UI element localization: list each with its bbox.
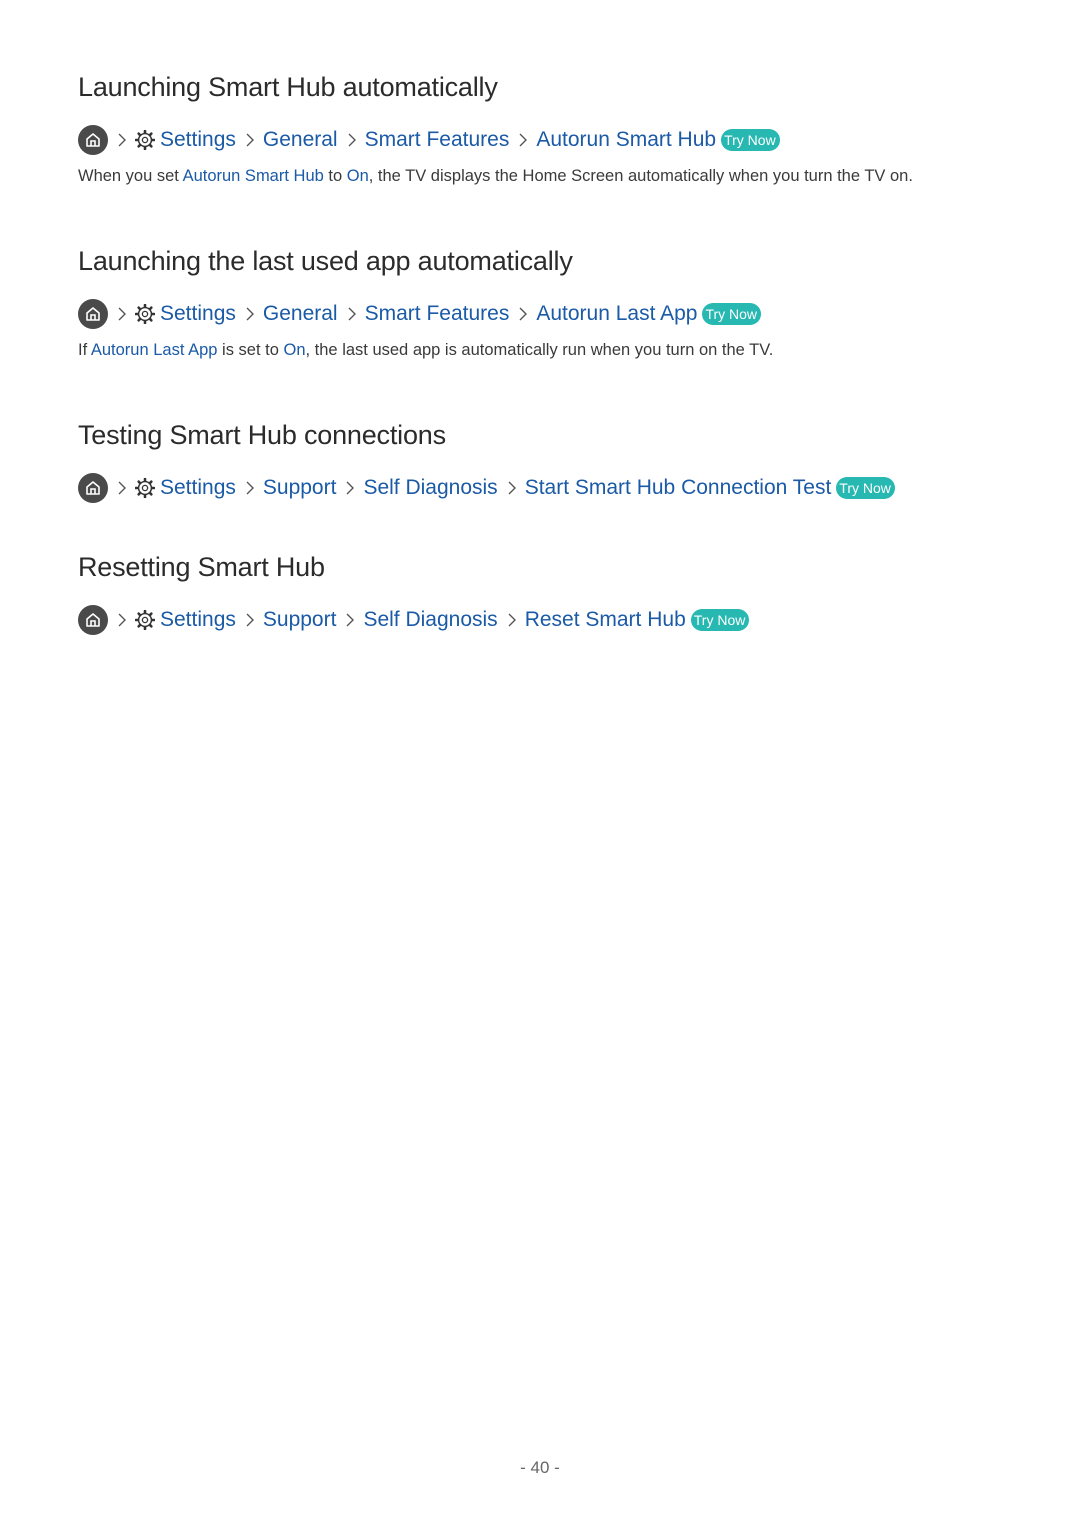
menu-path: Settings General Smart Features Autorun Las…: [78, 297, 773, 331]
gear-icon: [134, 129, 156, 151]
chevron-right-icon: [347, 307, 357, 321]
chevron-right-icon: [507, 481, 517, 495]
body-text-segment: , the TV displays the Home Screen automa…: [368, 167, 913, 185]
chevron-right-icon: [245, 307, 255, 321]
menu-term: Autorun Last App: [90, 341, 218, 359]
section-autorun-smart-hub: Launching Smart Hub automatically Settin…: [78, 72, 913, 186]
try-now-button[interactable]: Try Now: [690, 609, 750, 631]
menu-path-item-general[interactable]: General: [263, 302, 338, 326]
section-reset-smart-hub: Resetting Smart Hub Settings Support Self …: [78, 552, 750, 637]
menu-path-item-reset-smart-hub[interactable]: Reset Smart Hub: [525, 608, 686, 632]
try-now-button[interactable]: Try Now: [702, 303, 762, 325]
menu-path-item-support[interactable]: Support: [263, 608, 337, 632]
body-text-segment: is set to: [217, 341, 284, 359]
chevron-right-icon: [518, 307, 528, 321]
menu-path-item-self-diagnosis[interactable]: Self Diagnosis: [363, 608, 497, 632]
chevron-right-icon: [345, 481, 355, 495]
chevron-right-icon: [507, 613, 517, 627]
chevron-right-icon: [345, 613, 355, 627]
menu-path-item-start-smart-hub-connection-test[interactable]: Start Smart Hub Connection Test: [525, 476, 832, 500]
section-description: When you set Autorun Smart Hub to On, th…: [78, 167, 913, 186]
section-autorun-last-app: Launching the last used app automaticall…: [78, 246, 773, 360]
menu-path-item-support[interactable]: Support: [263, 476, 337, 500]
menu-path-item-autorun-last-app[interactable]: Autorun Last App: [536, 302, 697, 326]
menu-term: Autorun Smart Hub: [182, 167, 324, 185]
section-heading: Testing Smart Hub connections: [78, 420, 446, 450]
section-heading: Launching Smart Hub automatically: [78, 72, 498, 102]
body-text-segment: , the last used app is automatically run…: [305, 341, 774, 359]
home-icon[interactable]: [78, 125, 108, 155]
chevron-right-icon: [245, 613, 255, 627]
menu-path-item-settings[interactable]: Settings: [160, 476, 236, 500]
page-number: - 40 -: [520, 1458, 560, 1477]
chevron-right-icon: [518, 133, 528, 147]
body-text-segment: If: [78, 341, 91, 359]
section-heading: Launching the last used app automaticall…: [78, 246, 573, 276]
home-icon[interactable]: [78, 299, 108, 329]
home-icon[interactable]: [78, 473, 108, 503]
gear-icon: [134, 609, 156, 631]
body-text-segment: to: [323, 167, 347, 185]
menu-path-item-settings[interactable]: Settings: [160, 608, 236, 632]
chevron-right-icon: [117, 613, 127, 627]
menu-term: On: [346, 167, 369, 185]
gear-icon: [134, 303, 156, 325]
chevron-right-icon: [245, 481, 255, 495]
try-now-button[interactable]: Try Now: [836, 477, 895, 499]
menu-path-item-smart-features[interactable]: Smart Features: [365, 302, 510, 326]
chevron-right-icon: [245, 133, 255, 147]
section-heading: Resetting Smart Hub: [78, 552, 325, 582]
chevron-right-icon: [117, 133, 127, 147]
section-connection-test: Testing Smart Hub connections Settings Su…: [78, 420, 895, 505]
menu-path: Settings Support Self Diagnosis Reset Smart…: [78, 603, 750, 637]
menu-path-item-settings[interactable]: Settings: [160, 128, 236, 152]
menu-path-item-general[interactable]: General: [263, 128, 338, 152]
menu-path-item-autorun-smart-hub[interactable]: Autorun Smart Hub: [536, 128, 716, 152]
section-description: If Autorun Last App is set to On, the la…: [78, 341, 773, 360]
menu-path-item-settings[interactable]: Settings: [160, 302, 236, 326]
menu-path: Settings Support Self Diagnosis Start Smart…: [78, 471, 895, 505]
chevron-right-icon: [117, 481, 127, 495]
gear-icon: [134, 477, 156, 499]
menu-path-item-self-diagnosis[interactable]: Self Diagnosis: [363, 476, 497, 500]
menu-term: On: [283, 341, 306, 359]
try-now-button[interactable]: Try Now: [721, 129, 780, 151]
chevron-right-icon: [347, 133, 357, 147]
menu-path-item-smart-features[interactable]: Smart Features: [365, 128, 510, 152]
home-icon[interactable]: [78, 605, 108, 635]
menu-path: Settings General Smart Features Autorun Sma…: [78, 123, 913, 157]
chevron-right-icon: [117, 307, 127, 321]
body-text-segment: When you set: [78, 167, 183, 185]
